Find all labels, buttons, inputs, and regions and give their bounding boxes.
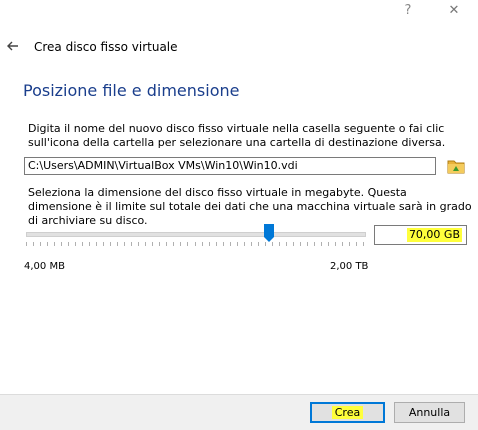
wizard-title: Crea disco fisso virtuale (34, 40, 178, 54)
choose-folder-button[interactable] (446, 156, 466, 176)
wizard-header: Crea disco fisso virtuale (0, 30, 478, 68)
close-button[interactable]: ✕ (446, 3, 462, 19)
cancel-button[interactable]: Annulla (394, 402, 465, 423)
slider-track (26, 232, 366, 237)
dialog-footer: Crea Annulla (0, 394, 478, 430)
size-slider[interactable] (24, 222, 366, 246)
size-input[interactable]: 70,00 GB (374, 225, 467, 245)
create-button[interactable]: Crea (310, 402, 385, 423)
slider-ticks (26, 242, 364, 246)
help-button[interactable]: ? (400, 3, 416, 19)
window-titlebar: ? ✕ (0, 0, 478, 30)
file-path-input[interactable]: C:\Users\ADMIN\VirtualBox VMs\Win10\Win1… (24, 157, 436, 175)
slider-min-label: 4,00 MB (24, 261, 65, 272)
back-arrow-icon[interactable] (4, 37, 22, 55)
slider-handle[interactable] (264, 224, 274, 242)
size-value: 70,00 GB (406, 228, 462, 242)
slider-max-label: 2,00 TB (330, 261, 369, 272)
page-title: Posizione file e dimensione (23, 81, 240, 100)
location-description: Digita il nome del nuovo disco fisso vir… (28, 122, 446, 149)
folder-icon (447, 160, 465, 174)
